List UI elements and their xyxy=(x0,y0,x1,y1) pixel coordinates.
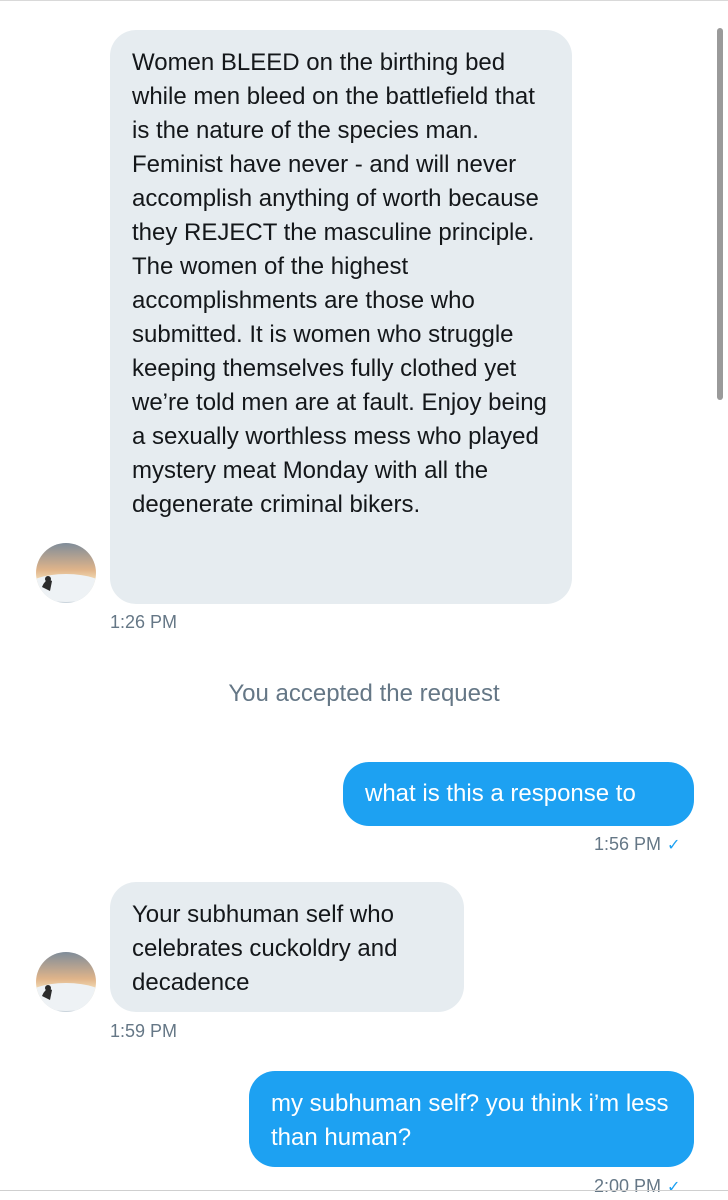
message-timestamp: 1:56 PM ✓ xyxy=(594,834,681,854)
message-bubble-received[interactable]: Women BLEED on the birthing bed while me… xyxy=(110,30,572,604)
message-timestamp: 2:00 PM ✓ xyxy=(594,1176,681,1196)
message-bubble-sent[interactable]: my subhuman self? you think i’m less tha… xyxy=(249,1071,694,1167)
message-bubble-received[interactable]: Your subhuman self who celebrates cuckol… xyxy=(110,882,464,1012)
sender-avatar[interactable] xyxy=(36,543,96,603)
read-checkmark-icon: ✓ xyxy=(667,837,681,854)
bottom-divider xyxy=(0,1190,728,1191)
message-text: what is this a response to xyxy=(365,780,636,807)
message-bubble-sent[interactable]: what is this a response to xyxy=(343,762,694,826)
message-text: Your subhuman self who celebrates cuckol… xyxy=(132,901,398,996)
scrollbar[interactable] xyxy=(717,28,723,400)
read-checkmark-icon: ✓ xyxy=(667,1179,681,1196)
avatar-image xyxy=(36,952,96,1012)
sender-avatar[interactable] xyxy=(36,952,96,1012)
avatar-image xyxy=(36,543,96,603)
message-text: my subhuman self? you think i’m less tha… xyxy=(271,1090,669,1151)
top-divider xyxy=(0,0,728,1)
system-notice: You accepted the request xyxy=(228,680,500,707)
message-timestamp: 1:26 PM xyxy=(110,612,178,632)
message-text: Women BLEED on the birthing bed while me… xyxy=(132,49,547,518)
message-timestamp: 1:59 PM xyxy=(110,1021,178,1041)
